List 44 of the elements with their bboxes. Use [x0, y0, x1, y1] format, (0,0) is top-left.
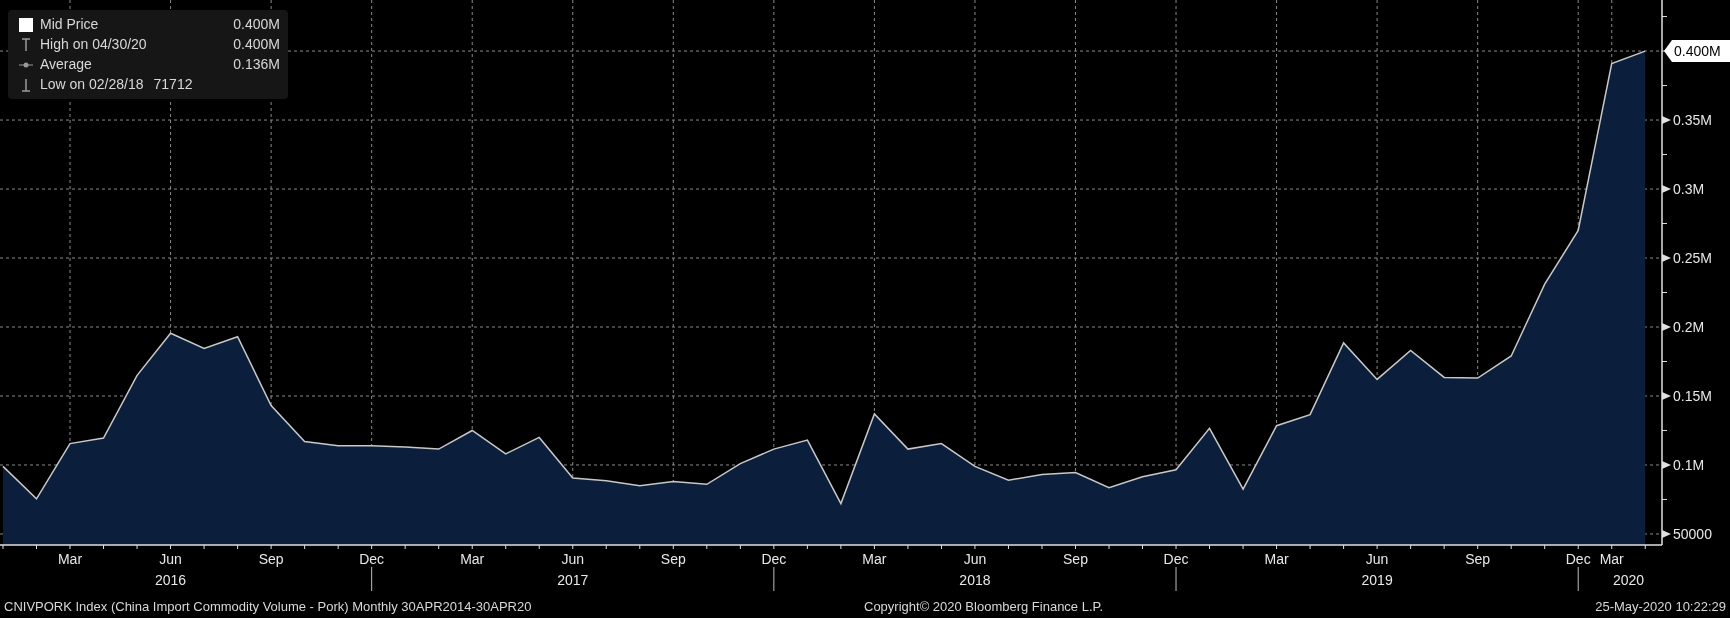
- y-tick-label: 0.35M: [1673, 112, 1712, 129]
- y-tick-label: 0.3M: [1673, 181, 1705, 198]
- x-tick-label: Dec: [1565, 551, 1591, 567]
- last-value-tag: 0.400M: [1664, 40, 1730, 63]
- series-swatch-icon: [19, 17, 33, 32]
- legend-value: 0.400M: [233, 15, 280, 34]
- legend-label: High on 04/30/20: [40, 35, 147, 54]
- low-marker-icon: [21, 77, 31, 92]
- x-tick-label: Mar: [1599, 551, 1624, 567]
- y-tick-label: 0.2M: [1673, 319, 1705, 335]
- x-tick-label: Dec: [761, 551, 787, 567]
- y-tick-label: 0.25M: [1673, 250, 1712, 266]
- x-tick-label: Sep: [1465, 551, 1491, 567]
- year-label: 2016: [155, 572, 187, 588]
- x-tick-label: Sep: [1063, 551, 1088, 567]
- x-tick-label: Mar: [57, 551, 83, 567]
- legend-value: 71712: [153, 75, 193, 94]
- year-label: 2017: [557, 572, 589, 588]
- y-tick-label: 50000: [1673, 525, 1712, 542]
- x-tick-label: Sep: [660, 551, 686, 567]
- x-tick-label: Jun: [159, 551, 182, 567]
- legend-value: 0.400M: [233, 35, 280, 54]
- legend-value: 0.136M: [233, 55, 280, 74]
- year-label: 2019: [1361, 572, 1393, 588]
- legend-label: Low on 02/28/18: [40, 75, 144, 94]
- index-description: CNIVPORK Index (China Import Commodity Volume - Pork) Monthly 30APR2014-30APR20: [4, 597, 533, 616]
- x-tick-label: Mar: [1264, 551, 1289, 567]
- x-tick-label: Mar: [460, 551, 485, 567]
- x-tick-label: Mar: [862, 551, 887, 567]
- x-tick-label: Jun: [1365, 551, 1389, 567]
- x-tick-label: Dec: [359, 551, 385, 567]
- year-label: 2020: [1612, 572, 1645, 588]
- high-marker-icon: [21, 37, 31, 52]
- x-tick-label: Dec: [1163, 551, 1189, 567]
- x-tick-label: Jun: [963, 551, 987, 567]
- legend-label: Average: [40, 55, 92, 74]
- x-tick-label: Jun: [561, 551, 585, 567]
- y-tick-label: 0.1M: [1673, 456, 1705, 473]
- timestamp: 25-May-2020 10:22:29: [1595, 597, 1726, 616]
- x-tick-label: Sep: [258, 551, 284, 567]
- legend-label: Mid Price: [40, 15, 99, 34]
- copyright-text: Copyright© 2020 Bloomberg Finance L.P.: [864, 597, 1104, 616]
- year-label: 2018: [959, 572, 991, 588]
- y-tick-label: 0.15M: [1673, 388, 1712, 404]
